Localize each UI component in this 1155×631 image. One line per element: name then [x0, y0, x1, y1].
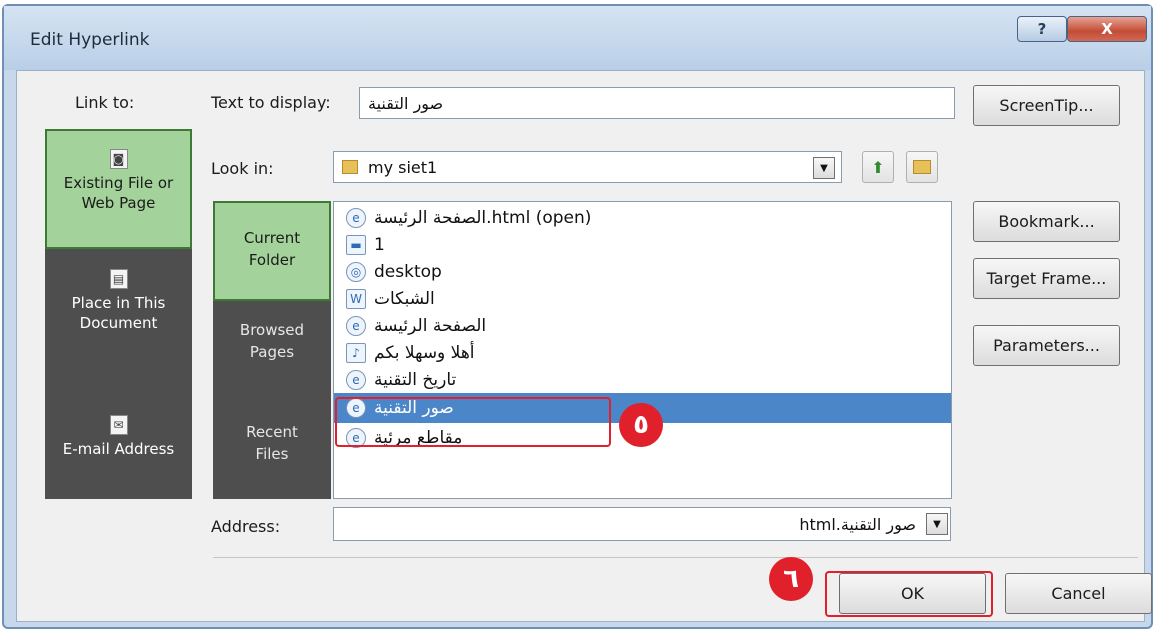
list-item[interactable]: e تاريخ التقنية: [334, 366, 951, 393]
bookmark-button[interactable]: Bookmark...: [973, 201, 1120, 242]
place-recent-label2: Files: [255, 445, 289, 463]
step-5-highlight: [335, 397, 611, 447]
list-item[interactable]: ▬ 1: [334, 231, 951, 258]
file-name: الصفحة الرئيسة: [374, 315, 487, 336]
step-6-badge: ٦: [769, 557, 813, 601]
places-bar: Current Folder Browsed Pages Recent File…: [213, 201, 331, 499]
up-folder-icon: ⬆: [871, 157, 885, 177]
dialog-body: Link to: ◙ Existing File or Web Page ▤ P…: [16, 70, 1152, 622]
document-icon: ◙: [109, 149, 128, 169]
up-one-folder-button[interactable]: ⬆: [862, 151, 894, 183]
file-name: desktop: [374, 261, 442, 282]
ie-icon: e: [346, 369, 366, 390]
file-list[interactable]: e الصفحة الرئيسة.html (open) ▬ 1 ◎ deskt…: [333, 201, 952, 499]
link-place-in-document[interactable]: ▤ Place in This Document: [45, 265, 192, 369]
file-name: الشبكات: [374, 288, 435, 309]
file-name: أهلا وسهلا بكم: [374, 342, 475, 363]
address-dropdown-arrow[interactable]: ▼: [926, 513, 948, 535]
link-existing-file-label2: Web Page: [81, 194, 156, 212]
link-existing-file-label1: Existing File or: [63, 174, 174, 192]
look-in-dropdown-arrow[interactable]: ▼: [813, 157, 835, 179]
ie-icon: e: [346, 315, 366, 336]
list-item[interactable]: e الصفحة الرئيسة: [334, 312, 951, 339]
ie-icon: e: [346, 207, 366, 228]
list-item[interactable]: W الشبكات: [334, 285, 951, 312]
file-name: 1: [374, 234, 385, 255]
close-button[interactable]: X: [1067, 16, 1147, 42]
email-icon: ✉: [109, 415, 128, 435]
open-folder-icon: [913, 160, 931, 174]
help-button[interactable]: ?: [1017, 16, 1067, 42]
look-in-label: Look in:: [211, 159, 274, 178]
screentip-button[interactable]: ScreenTip...: [973, 85, 1120, 126]
text-to-display-input[interactable]: صور التقنية: [359, 87, 955, 119]
place-current-label2: Folder: [248, 251, 296, 269]
place-browsed-label2: Pages: [249, 343, 295, 361]
target-frame-button[interactable]: Target Frame...: [973, 258, 1120, 299]
place-in-document-icon: ▤: [109, 269, 128, 289]
file-name: تاريخ التقنية: [374, 369, 457, 390]
place-current-label1: Current: [243, 229, 301, 247]
edit-hyperlink-dialog: Edit Hyperlink ? X Link to: ◙ Existing F…: [2, 4, 1153, 629]
file-name: الصفحة الرئيسة.html (open): [374, 207, 592, 228]
place-browsed-pages[interactable]: Browsed Pages: [213, 319, 331, 389]
list-item[interactable]: e الصفحة الرئيسة.html (open): [334, 204, 951, 231]
folder-icon: [342, 160, 358, 174]
place-recent-files[interactable]: Recent Files: [213, 421, 331, 491]
separator: [213, 557, 1138, 558]
dialog-title: Edit Hyperlink: [30, 30, 150, 50]
list-item[interactable]: ◎ desktop: [334, 258, 951, 285]
desktop-icon: ◎: [346, 261, 366, 282]
cancel-button[interactable]: Cancel: [1005, 573, 1152, 614]
title-bar: Edit Hyperlink ? X: [4, 6, 1151, 70]
place-browsed-label1: Browsed: [239, 321, 305, 339]
link-email-address[interactable]: ✉ E-mail Address: [45, 411, 192, 485]
address-value: صور التقنية.html: [799, 514, 916, 534]
link-place-label1: Place in This: [71, 294, 166, 312]
link-email-label: E-mail Address: [62, 440, 175, 458]
place-recent-label1: Recent: [246, 423, 298, 441]
link-to-heading: Link to:: [75, 93, 135, 112]
link-existing-file[interactable]: ◙ Existing File or Web Page: [45, 129, 192, 249]
look-in-value: my siet1: [368, 157, 438, 177]
word-doc-icon: W: [346, 288, 366, 309]
link-place-label2: Document: [79, 314, 158, 332]
address-input[interactable]: صور التقنية.html: [333, 507, 951, 541]
text-to-display-label: Text to display:: [211, 93, 331, 112]
link-to-bar: ◙ Existing File or Web Page ▤ Place in T…: [45, 129, 192, 499]
address-label: Address:: [211, 517, 281, 536]
step-5-badge: ٥: [619, 403, 663, 447]
list-item[interactable]: ♪ أهلا وسهلا بكم: [334, 339, 951, 366]
step-6-highlight: [825, 571, 993, 617]
image-icon: ▬: [346, 234, 366, 255]
audio-icon: ♪: [346, 342, 366, 363]
place-current-folder[interactable]: Current Folder: [213, 201, 331, 301]
parameters-button[interactable]: Parameters...: [973, 325, 1120, 366]
browse-file-button[interactable]: [906, 151, 938, 183]
look-in-combo[interactable]: my siet1: [333, 151, 842, 183]
